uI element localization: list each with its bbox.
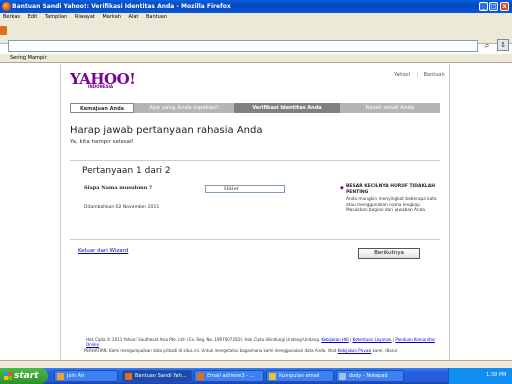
task-label: dody - Notepad [349,373,388,379]
search-icon[interactable]: ⌕ [481,40,493,52]
maximize-button[interactable]: □ [489,2,498,11]
answer-input[interactable]: Hitler [205,185,285,193]
folder-task-icon [269,373,276,380]
footer-privacy-end: kami. (Baru) [372,348,398,353]
task-email[interactable]: Email adriene3 - ... [194,370,264,382]
url-field[interactable] [8,40,478,52]
tip-bullet-icon: ◆ [340,185,344,191]
page-title: Harap jawab pertanyaan rahasia Anda [70,125,263,136]
link-hki[interactable]: Kebijakan HKI [321,337,348,342]
menu-markah[interactable]: Markah [102,14,120,20]
task-label: Bantuan Sandi Yah... [135,373,187,379]
firefox-task-icon [197,373,204,380]
footer-privacy-text: PERHATIAN: Kami mengumpulkan data pribad… [84,348,337,353]
task-notepad[interactable]: dody - Notepad [336,370,404,382]
menu-berkas[interactable]: Berkas [3,14,20,20]
menu-edit[interactable]: Edit [28,14,38,20]
tip-body: Anda mungkin menyingkat beberapa kata at… [346,197,437,213]
link-privacy[interactable]: Kebijakan Privasi [338,348,372,353]
footer-copyright: Hak Cipta © 2011 Yahoo! Southeast Asia P… [86,337,435,347]
tip-title: BESAR KECILNYA HURUF TIDAKLAH PENTING [346,184,436,195]
windows-logo-icon [4,372,12,380]
next-button[interactable]: Berikutnya [358,248,420,259]
reload-icon[interactable] [0,26,7,35]
task-firefox[interactable]: Bantuan Sandi Yah... [122,370,192,382]
menu-riwayat[interactable]: Riwayat [75,14,95,20]
top-links: Yahoo! | Bantuan [394,72,445,78]
task-label: Join Air [67,373,85,379]
step-reset: Reset sandi Anda [365,105,415,111]
status-bar [0,360,512,368]
window-title: Bantuan Sandi Yahoo!: Verifikasi Identit… [12,3,231,10]
question-title: Pertanyaan 1 dari 2 [82,166,171,176]
exit-wizard-link[interactable]: Keluar dari Wizard [78,248,128,254]
step-verify: Verifikasi Identitas Anda [234,103,340,113]
menu-bantuan[interactable]: Bantuan [146,14,167,20]
firefox-task-icon [125,373,132,380]
firefox-icon [2,2,11,11]
link-yahoo[interactable]: Yahoo! [394,72,411,78]
link-terms[interactable]: Ketentuan Layanan [353,337,392,342]
footer-privacy: PERHATIAN: Kami mengumpulkan data pribad… [84,348,446,353]
yahoo-logo-sub: INDONESIA [88,84,114,89]
close-button[interactable]: x [500,2,509,11]
task-kumpulan-email[interactable]: Kumpulan email [266,370,334,382]
notepad-task-icon [339,373,346,380]
menu-bar: Berkas Edit Tampilan Riwayat Markah Alat… [0,13,512,22]
clock[interactable]: 1:39 PM [486,372,506,378]
added-date: Ditambahkan:02 November 2011 [84,205,160,210]
minimize-button[interactable]: _ [479,2,488,11]
task-join-air[interactable]: Join Air [54,370,118,382]
menu-alat[interactable]: Alat [129,14,139,20]
menu-tampilan[interactable]: Tampilan [45,14,67,20]
task-icon [57,373,64,380]
download-icon[interactable]: ⇩ [497,39,509,51]
bookmarks-bar: Sering Mampir [0,54,512,63]
bookmark-sering-mampir[interactable]: Sering Mampir [10,55,47,61]
window-title-bar[interactable]: Bantuan Sandi Yahoo!: Verifikasi Identit… [0,0,512,13]
step-progress: Kemajuan Anda [70,103,134,113]
link-bantuan[interactable]: Bantuan [424,72,445,78]
progress-steps: Kemajuan Anda Apa yang Anda lupakan? Ver… [70,103,440,113]
footer-copyright-text: Hak Cipta © 2011 Yahoo! Southeast Asia P… [86,337,321,342]
task-label: Kumpulan email [279,373,320,379]
question-label: Siapa Nama musuhmu ? [84,185,152,191]
page-subtitle: Ya, kita hampir selesai! [70,139,134,145]
task-label: Email adriene3 - ... [207,373,255,379]
step-forgot: Apa yang Anda lupakan? [149,105,219,111]
